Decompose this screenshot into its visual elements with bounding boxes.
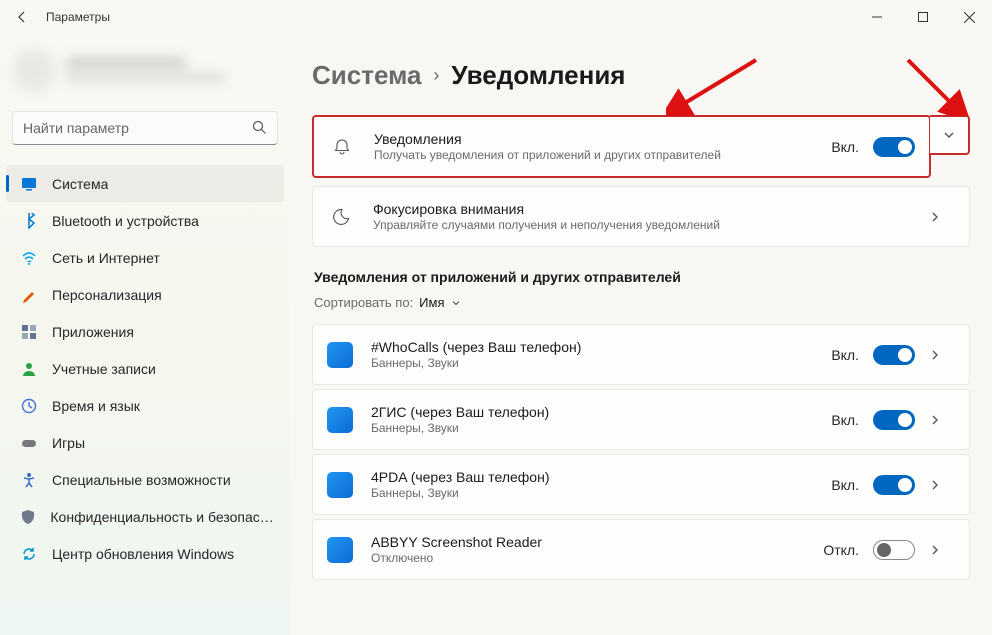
breadcrumb-parent[interactable]: Система [312, 60, 421, 91]
titlebar: Параметры [0, 0, 992, 34]
sidebar-item-label: Учетные записи [52, 361, 156, 377]
search-icon [252, 120, 267, 137]
sidebar-item-3[interactable]: Персонализация [6, 276, 284, 313]
app-status: Вкл. [831, 347, 859, 363]
search-input[interactable] [23, 120, 252, 136]
sidebar-item-label: Персонализация [52, 287, 162, 303]
sort-dropdown[interactable]: Имя [419, 295, 460, 310]
app-name: 4PDA (через Ваш телефон) [371, 469, 831, 485]
clock-icon [20, 397, 38, 415]
sidebar-item-label: Приложения [52, 324, 134, 340]
bluetooth-icon [20, 212, 38, 230]
user-account-block[interactable] [6, 42, 284, 97]
sidebar-item-9[interactable]: Конфиденциальность и безопасность [6, 498, 284, 535]
app-icon [327, 472, 353, 498]
avatar [12, 48, 56, 92]
sidebar: Система Bluetooth и устройства Сеть и Ин… [0, 34, 290, 635]
search-box[interactable] [12, 111, 278, 145]
sidebar-item-label: Специальные возможности [52, 472, 231, 488]
close-button[interactable] [946, 0, 992, 34]
sidebar-item-label: Сеть и Интернет [52, 250, 160, 266]
app-notification-row[interactable]: #WhoCalls (через Ваш телефон) Баннеры, З… [312, 324, 970, 385]
app-status: Вкл. [831, 477, 859, 493]
gamepad-icon [20, 434, 38, 452]
app-subtitle: Баннеры, Звуки [371, 356, 831, 370]
window-title: Параметры [46, 10, 110, 24]
app-icon [327, 537, 353, 563]
sidebar-item-8[interactable]: Специальные возможности [6, 461, 284, 498]
app-subtitle: Баннеры, Звуки [371, 486, 831, 500]
chevron-right-icon[interactable] [915, 349, 955, 361]
sidebar-item-label: Конфиденциальность и безопасность [50, 509, 274, 525]
notifications-card-subtitle: Получать уведомления от приложений и дру… [374, 148, 831, 162]
chevron-down-icon [451, 298, 461, 308]
minimize-button[interactable] [854, 0, 900, 34]
app-subtitle: Баннеры, Звуки [371, 421, 831, 435]
notifications-card-title: Уведомления [374, 131, 831, 147]
app-notification-row[interactable]: ABBYY Screenshot Reader Отключено Откл. [312, 519, 970, 580]
breadcrumb: Система › Уведомления [312, 60, 970, 91]
notifications-status: Вкл. [831, 139, 859, 155]
page-title: Уведомления [451, 60, 625, 91]
nav-list: Система Bluetooth и устройства Сеть и Ин… [6, 165, 284, 635]
notifications-toggle-card[interactable]: Уведомления Получать уведомления от прил… [312, 115, 931, 178]
sidebar-item-10[interactable]: Центр обновления Windows [6, 535, 284, 572]
apps-icon [20, 323, 38, 341]
sidebar-item-label: Система [52, 176, 108, 192]
sidebar-item-0[interactable]: Система [6, 165, 284, 202]
notifications-toggle[interactable] [873, 137, 915, 157]
app-name: ABBYY Screenshot Reader [371, 534, 823, 550]
shield-icon [20, 508, 36, 526]
sidebar-item-label: Bluetooth и устройства [52, 213, 199, 229]
sidebar-item-4[interactable]: Приложения [6, 313, 284, 350]
app-notification-row[interactable]: 2ГИС (через Ваш телефон) Баннеры, Звуки … [312, 389, 970, 450]
sidebar-item-6[interactable]: Время и язык [6, 387, 284, 424]
app-notification-row[interactable]: 4PDA (через Ваш телефон) Баннеры, Звуки … [312, 454, 970, 515]
sidebar-item-7[interactable]: Игры [6, 424, 284, 461]
sidebar-item-label: Время и язык [52, 398, 140, 414]
app-toggle[interactable] [873, 540, 915, 560]
bell-icon [328, 133, 356, 161]
sidebar-item-2[interactable]: Сеть и Интернет [6, 239, 284, 276]
brush-icon [20, 286, 38, 304]
chevron-right-icon [915, 211, 955, 223]
back-button[interactable] [8, 3, 36, 31]
focus-card-title: Фокусировка внимания [373, 201, 915, 217]
app-name: #WhoCalls (через Ваш телефон) [371, 339, 831, 355]
focus-assist-card[interactable]: Фокусировка внимания Управляйте случаями… [312, 186, 970, 247]
breadcrumb-separator-icon: › [433, 65, 439, 86]
chevron-right-icon[interactable] [915, 479, 955, 491]
apps-section-title: Уведомления от приложений и других отпра… [314, 269, 968, 285]
monitor-icon [20, 175, 38, 193]
app-toggle[interactable] [873, 475, 915, 495]
user-icon [20, 360, 38, 378]
sidebar-item-1[interactable]: Bluetooth и устройства [6, 202, 284, 239]
app-name: 2ГИС (через Ваш телефон) [371, 404, 831, 420]
app-icon [327, 407, 353, 433]
chevron-down-icon [943, 129, 955, 141]
app-toggle[interactable] [873, 345, 915, 365]
sidebar-item-label: Центр обновления Windows [52, 546, 234, 562]
app-status: Вкл. [831, 412, 859, 428]
chevron-right-icon[interactable] [915, 414, 955, 426]
update-icon [20, 545, 38, 563]
sidebar-item-5[interactable]: Учетные записи [6, 350, 284, 387]
wifi-icon [20, 249, 38, 267]
sidebar-item-label: Игры [52, 435, 85, 451]
app-status: Откл. [823, 542, 859, 558]
app-icon [327, 342, 353, 368]
focus-card-subtitle: Управляйте случаями получения и неполуче… [373, 218, 915, 232]
sort-row: Сортировать по: Имя [314, 295, 968, 310]
moon-icon [327, 203, 355, 231]
maximize-button[interactable] [900, 0, 946, 34]
app-subtitle: Отключено [371, 551, 823, 565]
accessibility-icon [20, 471, 38, 489]
sort-label: Сортировать по: [314, 295, 413, 310]
notifications-expand-button[interactable] [930, 115, 970, 155]
chevron-right-icon[interactable] [915, 544, 955, 556]
main-content: Система › Уведомления Уведомления Получа… [290, 34, 992, 635]
app-toggle[interactable] [873, 410, 915, 430]
